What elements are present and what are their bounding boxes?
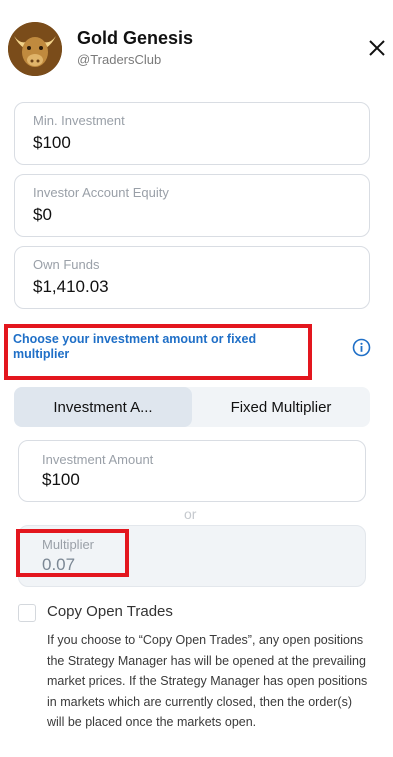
- investor-equity-label: Investor Account Equity: [33, 185, 169, 200]
- strategy-title: Gold Genesis: [77, 28, 194, 48]
- copy-open-trades-label: Copy Open Trades: [47, 603, 173, 620]
- mode-toggle: Investment A... Fixed Multiplier: [14, 387, 370, 427]
- investment-amount-value: $100: [42, 470, 80, 489]
- copy-open-trades-description: If you choose to “Copy Open Trades”, any…: [47, 633, 368, 729]
- close-button[interactable]: [364, 35, 390, 61]
- or-separator: or: [184, 506, 197, 522]
- copy-open-trades-checkbox[interactable]: [18, 604, 36, 622]
- investment-amount-input[interactable]: Investment Amount $100: [18, 440, 366, 502]
- info-icon: [352, 338, 371, 357]
- bull-icon: [8, 22, 62, 76]
- highlight-box: [16, 529, 129, 577]
- investor-equity-field: Investor Account Equity $0: [14, 174, 370, 237]
- strategy-handle: @TradersClub: [77, 52, 162, 67]
- own-funds-label: Own Funds: [33, 257, 100, 272]
- header: Gold Genesis @TradersClub: [0, 0, 393, 86]
- tab-investment-amount[interactable]: Investment A...: [14, 387, 192, 427]
- investor-equity-value: $0: [33, 205, 52, 224]
- investment-amount-label: Investment Amount: [42, 452, 154, 467]
- own-funds-value: $1,410.03: [33, 277, 109, 296]
- min-investment-field: Min. Investment $100: [14, 102, 370, 165]
- min-investment-label: Min. Investment: [33, 113, 125, 128]
- info-button[interactable]: [352, 338, 371, 357]
- own-funds-field: Own Funds $1,410.03: [14, 246, 370, 309]
- min-investment-value: $100: [33, 133, 71, 152]
- highlight-box: [4, 324, 312, 380]
- tab-fixed-multiplier[interactable]: Fixed Multiplier: [192, 387, 370, 427]
- close-icon: [369, 40, 385, 56]
